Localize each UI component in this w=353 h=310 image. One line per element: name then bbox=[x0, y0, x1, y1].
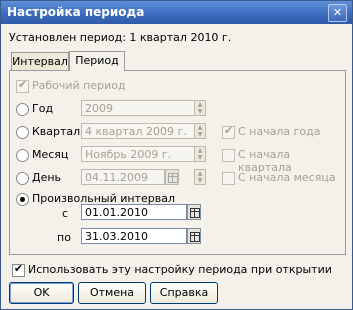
spin-up-icon: ▲ bbox=[197, 124, 203, 131]
quarter-spinner: ▲ ▼ bbox=[194, 123, 206, 139]
use-on-open-checkbox[interactable]: ✔ bbox=[12, 262, 25, 277]
tab-period[interactable]: Период bbox=[69, 51, 125, 71]
radio-selected-dot bbox=[20, 197, 25, 202]
use-on-open-label: Использовать эту настройку периода при о… bbox=[28, 263, 332, 276]
calendar-icon bbox=[168, 173, 178, 183]
month-spinner: ▲ ▼ bbox=[194, 146, 206, 162]
day-field: 04.11.2009 bbox=[81, 169, 165, 185]
quarter-radio[interactable] bbox=[16, 126, 29, 139]
cancel-button[interactable]: Отмена bbox=[78, 282, 146, 304]
day-radio[interactable] bbox=[16, 172, 29, 185]
calendar-icon bbox=[190, 208, 200, 218]
from-year-label: С начала года bbox=[238, 125, 321, 138]
to-date-input[interactable]: 31.03.2010 bbox=[81, 228, 187, 244]
day-label: День bbox=[32, 171, 62, 184]
spin-down-icon: ▼ bbox=[197, 108, 203, 115]
help-button[interactable]: Справка bbox=[150, 282, 218, 304]
status-text: Установлен период: 1 квартал 2010 г. bbox=[9, 31, 232, 44]
from-month-checkbox bbox=[222, 172, 235, 185]
month-field: Ноябрь 2009 г. bbox=[81, 146, 195, 162]
year-field: 2009 bbox=[81, 100, 195, 116]
month-radio[interactable] bbox=[16, 149, 29, 162]
tab-interval[interactable]: Интервал bbox=[11, 52, 69, 71]
spin-down-icon: ▼ bbox=[197, 154, 203, 161]
spin-down-icon: ▼ bbox=[197, 177, 203, 184]
spin-down-icon: ▼ bbox=[197, 131, 203, 138]
quarter-label: Квартал bbox=[32, 125, 81, 138]
period-tab-panel: ✔ Рабочий период Год 2009 ▲ ▼ Квартал 4 … bbox=[9, 70, 346, 255]
from-month-label: С начала месяца bbox=[238, 171, 336, 184]
title-bar: Настройка периода ✕ bbox=[1, 1, 352, 24]
check-icon: ✔ bbox=[17, 78, 28, 91]
from-date-input[interactable]: 01.01.2010 bbox=[81, 204, 187, 220]
spin-up-icon: ▲ bbox=[197, 147, 203, 154]
to-date-calendar-button[interactable] bbox=[187, 228, 201, 244]
spin-up-icon: ▲ bbox=[197, 101, 203, 108]
from-date-label: с bbox=[62, 207, 69, 220]
ok-button[interactable]: OK bbox=[9, 282, 74, 304]
spin-up-icon: ▲ bbox=[197, 170, 203, 177]
check-icon: ✔ bbox=[223, 124, 234, 137]
from-quarter-checkbox bbox=[222, 149, 235, 162]
workperiod-label: Рабочий период bbox=[32, 79, 126, 92]
calendar-icon bbox=[190, 232, 200, 242]
year-label: Год bbox=[32, 102, 54, 115]
quarter-field: 4 квартал 2009 г. bbox=[81, 123, 195, 139]
month-label: Месяц bbox=[32, 148, 69, 161]
close-button[interactable]: ✕ bbox=[328, 4, 347, 22]
check-icon: ✔ bbox=[13, 262, 24, 275]
custom-interval-radio[interactable] bbox=[16, 193, 29, 206]
window-title: Настройка периода bbox=[7, 5, 145, 19]
day-calendar-button bbox=[165, 169, 179, 185]
period-settings-dialog: Настройка периода ✕ Установлен период: 1… bbox=[0, 0, 353, 310]
day-spinner: ▲ ▼ bbox=[194, 169, 206, 185]
to-date-label: по bbox=[57, 231, 71, 244]
from-date-calendar-button[interactable] bbox=[187, 204, 201, 220]
year-spinner: ▲ ▼ bbox=[194, 100, 206, 116]
workperiod-checkbox: ✔ bbox=[16, 78, 29, 93]
year-radio[interactable] bbox=[16, 103, 29, 116]
from-year-checkbox: ✔ bbox=[222, 124, 235, 139]
